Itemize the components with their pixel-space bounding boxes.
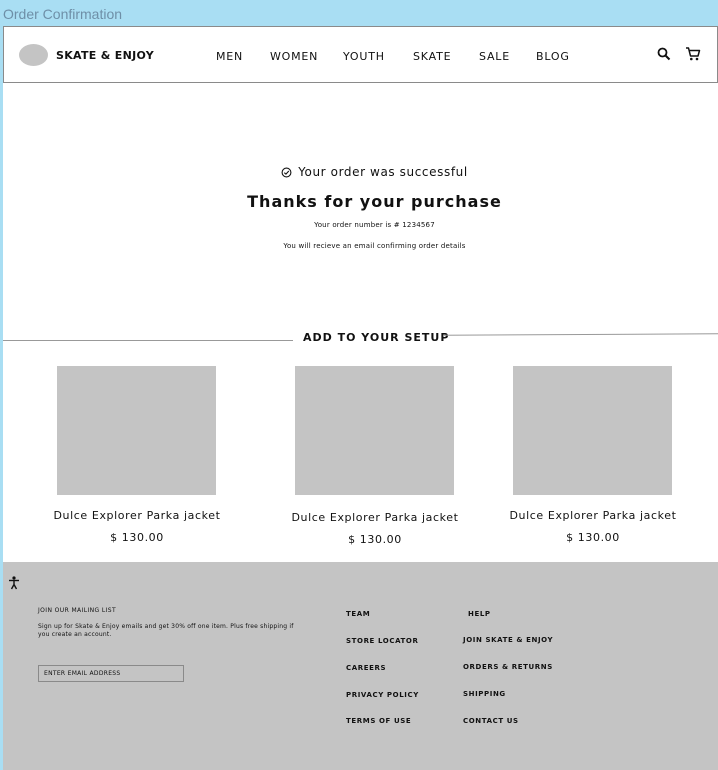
order-number: Your order number is # 1234567	[314, 221, 435, 229]
product-card[interactable]: Dulce Explorer Parka jacket $ 130.00	[509, 366, 713, 544]
email-note: You will recieve an email confirming ord…	[283, 242, 466, 250]
product-price: $ 130.00	[566, 531, 620, 544]
footer-link-help[interactable]: HELP	[468, 610, 491, 618]
product-name[interactable]: Dulce Explorer Parka jacket	[275, 511, 475, 524]
nav-item-women[interactable]: WOMEN	[270, 50, 318, 63]
page-heading: Thanks for your purchase	[247, 192, 502, 211]
nav-item-youth[interactable]: YOUTH	[343, 50, 385, 63]
footer-link-contact-us[interactable]: CONTACT US	[463, 717, 519, 725]
divider-line	[442, 333, 718, 336]
check-circle-icon	[281, 167, 292, 178]
footer-link-orders-returns[interactable]: ORDERS & RETURNS	[463, 663, 553, 671]
nav-item-sale[interactable]: SALE	[479, 50, 510, 63]
footer-link-terms-of-use[interactable]: TERMS OF USE	[346, 717, 411, 725]
footer-link-team[interactable]: TEAM	[346, 610, 370, 618]
order-status: Your order was successful	[3, 165, 718, 179]
order-status-text: Your order was successful	[298, 165, 468, 179]
search-icon[interactable]	[656, 46, 672, 62]
logo[interactable]	[19, 44, 48, 66]
footer-link-join[interactable]: JOIN SKATE & ENJOY	[463, 636, 553, 644]
footer-link-careers[interactable]: CAREERS	[346, 664, 386, 672]
accessibility-icon[interactable]	[8, 576, 20, 590]
product-image[interactable]	[513, 366, 672, 495]
page-artboard: SKATE & ENJOY MEN WOMEN YOUTH SKATE SALE…	[3, 26, 718, 770]
footer-link-shipping[interactable]: SHIPPING	[463, 690, 506, 698]
product-price: $ 130.00	[348, 533, 402, 546]
product-image[interactable]	[57, 366, 216, 495]
product-name[interactable]: Dulce Explorer Parka jacket	[493, 509, 693, 522]
divider-line	[3, 340, 293, 341]
section-title: ADD TO YOUR SETUP	[303, 331, 450, 344]
nav-item-men[interactable]: MEN	[216, 50, 243, 63]
frame-title: Order Confirmation	[3, 6, 123, 22]
footer-link-store-locator[interactable]: STORE LOCATOR	[346, 637, 418, 645]
product-card[interactable]: Dulce Explorer Parka jacket $ 130.00	[53, 366, 257, 544]
mailing-list-description: Sign up for Skate & Enjoy emails and get…	[38, 623, 294, 638]
brand-name[interactable]: SKATE & ENJOY	[56, 49, 154, 62]
footer-link-privacy-policy[interactable]: PRIVACY POLICY	[346, 691, 419, 699]
nav-item-blog[interactable]: BLOG	[536, 50, 570, 63]
site-footer: JOIN OUR MAILING LIST Sign up for Skate …	[3, 562, 718, 770]
email-field[interactable]	[38, 665, 184, 682]
nav-item-skate[interactable]: SKATE	[413, 50, 451, 63]
mailing-list-title: JOIN OUR MAILING LIST	[38, 607, 117, 614]
cart-icon[interactable]	[685, 46, 701, 62]
site-header: SKATE & ENJOY MEN WOMEN YOUTH SKATE SALE…	[3, 26, 718, 83]
product-price: $ 130.00	[110, 531, 164, 544]
product-image[interactable]	[295, 366, 454, 495]
product-card[interactable]: Dulce Explorer Parka jacket $ 130.00	[291, 366, 495, 546]
product-name[interactable]: Dulce Explorer Parka jacket	[37, 509, 237, 522]
